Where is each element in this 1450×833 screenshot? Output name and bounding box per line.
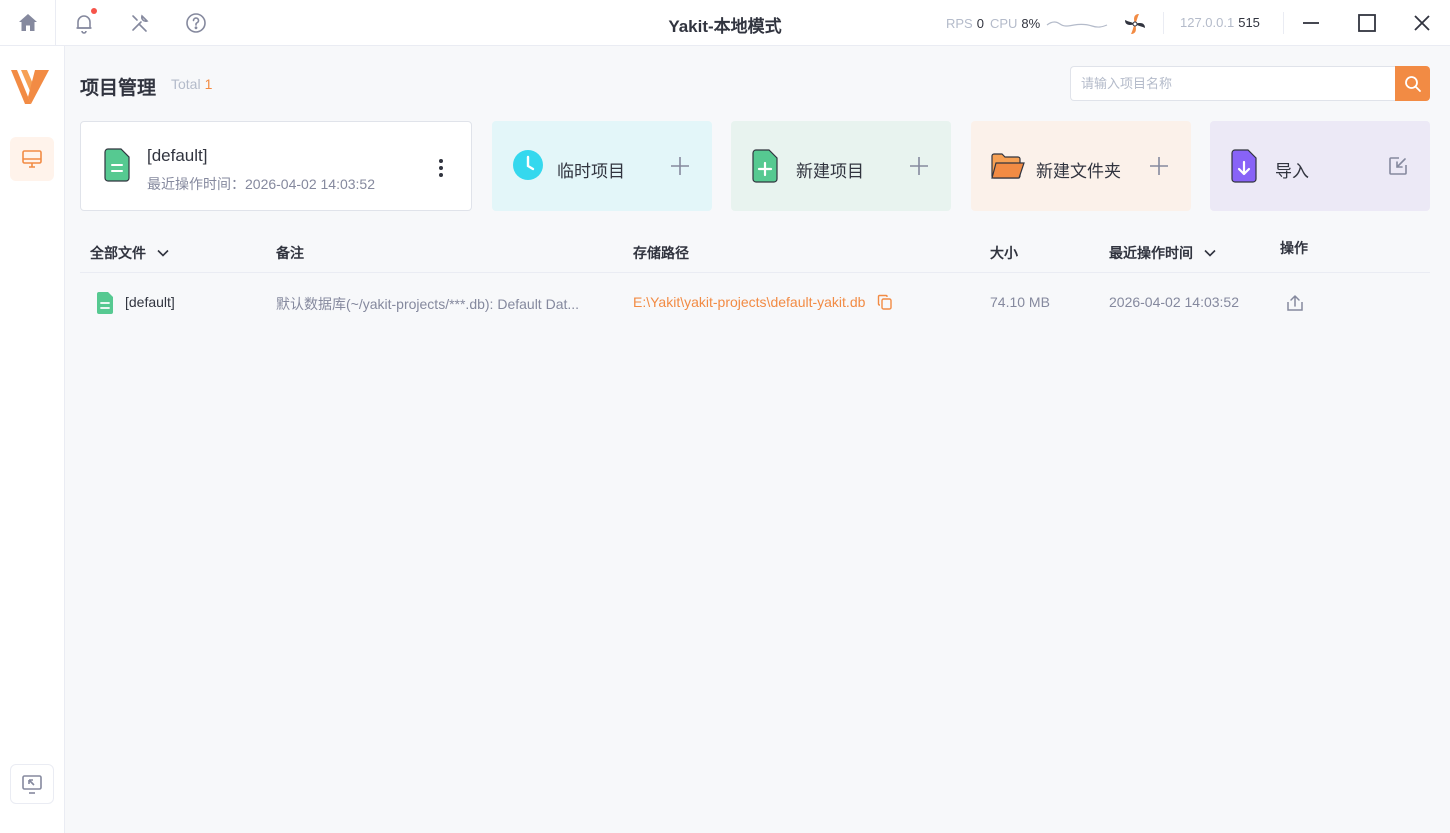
- row-name: [default]: [125, 294, 175, 310]
- project-file-icon: [103, 148, 131, 187]
- rps-label: RPS: [946, 15, 973, 31]
- divider: [1163, 12, 1164, 34]
- search-input[interactable]: [1070, 66, 1395, 101]
- monitor-icon: [22, 150, 42, 168]
- plus-icon: [1149, 156, 1169, 181]
- copy-icon[interactable]: [877, 294, 893, 310]
- column-op: 操作: [1280, 240, 1308, 256]
- total-count: Total 1: [171, 76, 212, 92]
- search-icon: [1404, 75, 1421, 92]
- project-search: [1070, 66, 1430, 101]
- cpu-sparkline: [1046, 21, 1108, 28]
- engine-host: 127.0.0.1: [1180, 15, 1235, 30]
- screen-exit-button[interactable]: [10, 764, 54, 804]
- row-size: 74.10 MB: [990, 294, 1050, 310]
- plus-icon: [670, 156, 690, 181]
- close-button[interactable]: [1394, 0, 1450, 46]
- folder-icon: [991, 152, 1025, 185]
- current-project-name: [default]: [147, 146, 208, 165]
- new-folder-card[interactable]: 新建文件夹: [971, 121, 1191, 211]
- cpu-label: CPU: [989, 15, 1018, 31]
- project-manage-tab[interactable]: [10, 137, 54, 181]
- plus-icon: [909, 156, 929, 181]
- engine-status-icon[interactable]: [1122, 11, 1148, 37]
- chevron-down-icon: [157, 249, 169, 257]
- title-bar: Yakit-本地模式 RPS 0 CPU 8% 127.0.0.1 515: [0, 0, 1450, 46]
- new-project-label: 新建项目: [796, 162, 864, 181]
- import-label: 导入: [1275, 162, 1309, 181]
- column-name[interactable]: 全部文件: [90, 243, 170, 263]
- notification-dot: [91, 8, 97, 14]
- new-folder-label: 新建文件夹: [1036, 162, 1121, 181]
- chevron-down-icon: [1204, 249, 1216, 257]
- clock-icon: [512, 149, 544, 186]
- temp-project-label: 临时项目: [557, 162, 625, 181]
- import-arrow-icon: [1388, 156, 1408, 181]
- row-path-text: E:\Yakit\yakit-projects\default-yakit.db: [633, 294, 866, 310]
- search-button[interactable]: [1395, 66, 1430, 101]
- table-row[interactable]: [default] 默认数据库(~/yakit-projects/***.db)…: [80, 274, 1430, 332]
- tools-icon[interactable]: [112, 0, 168, 46]
- export-icon[interactable]: [1285, 293, 1305, 318]
- sidebar: [0, 46, 65, 833]
- screen-exit-icon: [22, 775, 42, 794]
- row-path: E:\Yakit\yakit-projects\default-yakit.db: [633, 294, 893, 310]
- perf-monitor: RPS 0 CPU 8%: [946, 0, 1108, 46]
- engine-address[interactable]: 127.0.0.1 515: [1180, 15, 1260, 30]
- new-file-icon: [751, 149, 779, 188]
- more-icon[interactable]: [433, 156, 449, 180]
- temp-project-card[interactable]: 临时项目: [492, 121, 712, 211]
- current-project-time: 最近操作时间：2026-04-02 14:03:52: [147, 176, 375, 192]
- import-file-icon: [1230, 149, 1258, 188]
- rps-value: 0: [976, 15, 984, 31]
- column-time[interactable]: 最近操作时间: [1109, 243, 1217, 263]
- current-project-card[interactable]: [default] 最近操作时间：2026-04-02 14:03:52: [80, 121, 472, 211]
- page-title: 项目管理: [80, 78, 157, 99]
- help-icon[interactable]: [168, 0, 224, 46]
- table-header: 全部文件 备注 存储路径 大小 最近操作时间 操作: [80, 230, 1430, 273]
- column-note: 备注: [276, 245, 304, 261]
- column-time-label: 最近操作时间: [1109, 245, 1193, 261]
- yakit-logo: [9, 66, 51, 113]
- engine-port: 515: [1238, 15, 1260, 30]
- column-name-label: 全部文件: [90, 245, 146, 261]
- column-path: 存储路径: [633, 245, 689, 261]
- bell-icon[interactable]: [56, 0, 112, 46]
- minimize-button[interactable]: [1283, 0, 1339, 46]
- file-icon: [96, 291, 114, 320]
- row-time: 2026-04-02 14:03:52: [1109, 294, 1239, 310]
- total-number: 1: [204, 76, 213, 92]
- row-note: 默认数据库(~/yakit-projects/***.db): Default …: [276, 296, 580, 312]
- home-icon[interactable]: [0, 0, 56, 46]
- import-card[interactable]: 导入: [1210, 121, 1430, 211]
- total-label: Total: [171, 76, 201, 92]
- maximize-button[interactable]: [1339, 0, 1395, 46]
- cpu-value: 8%: [1021, 15, 1041, 31]
- new-project-card[interactable]: 新建项目: [731, 121, 951, 211]
- column-size: 大小: [990, 245, 1018, 261]
